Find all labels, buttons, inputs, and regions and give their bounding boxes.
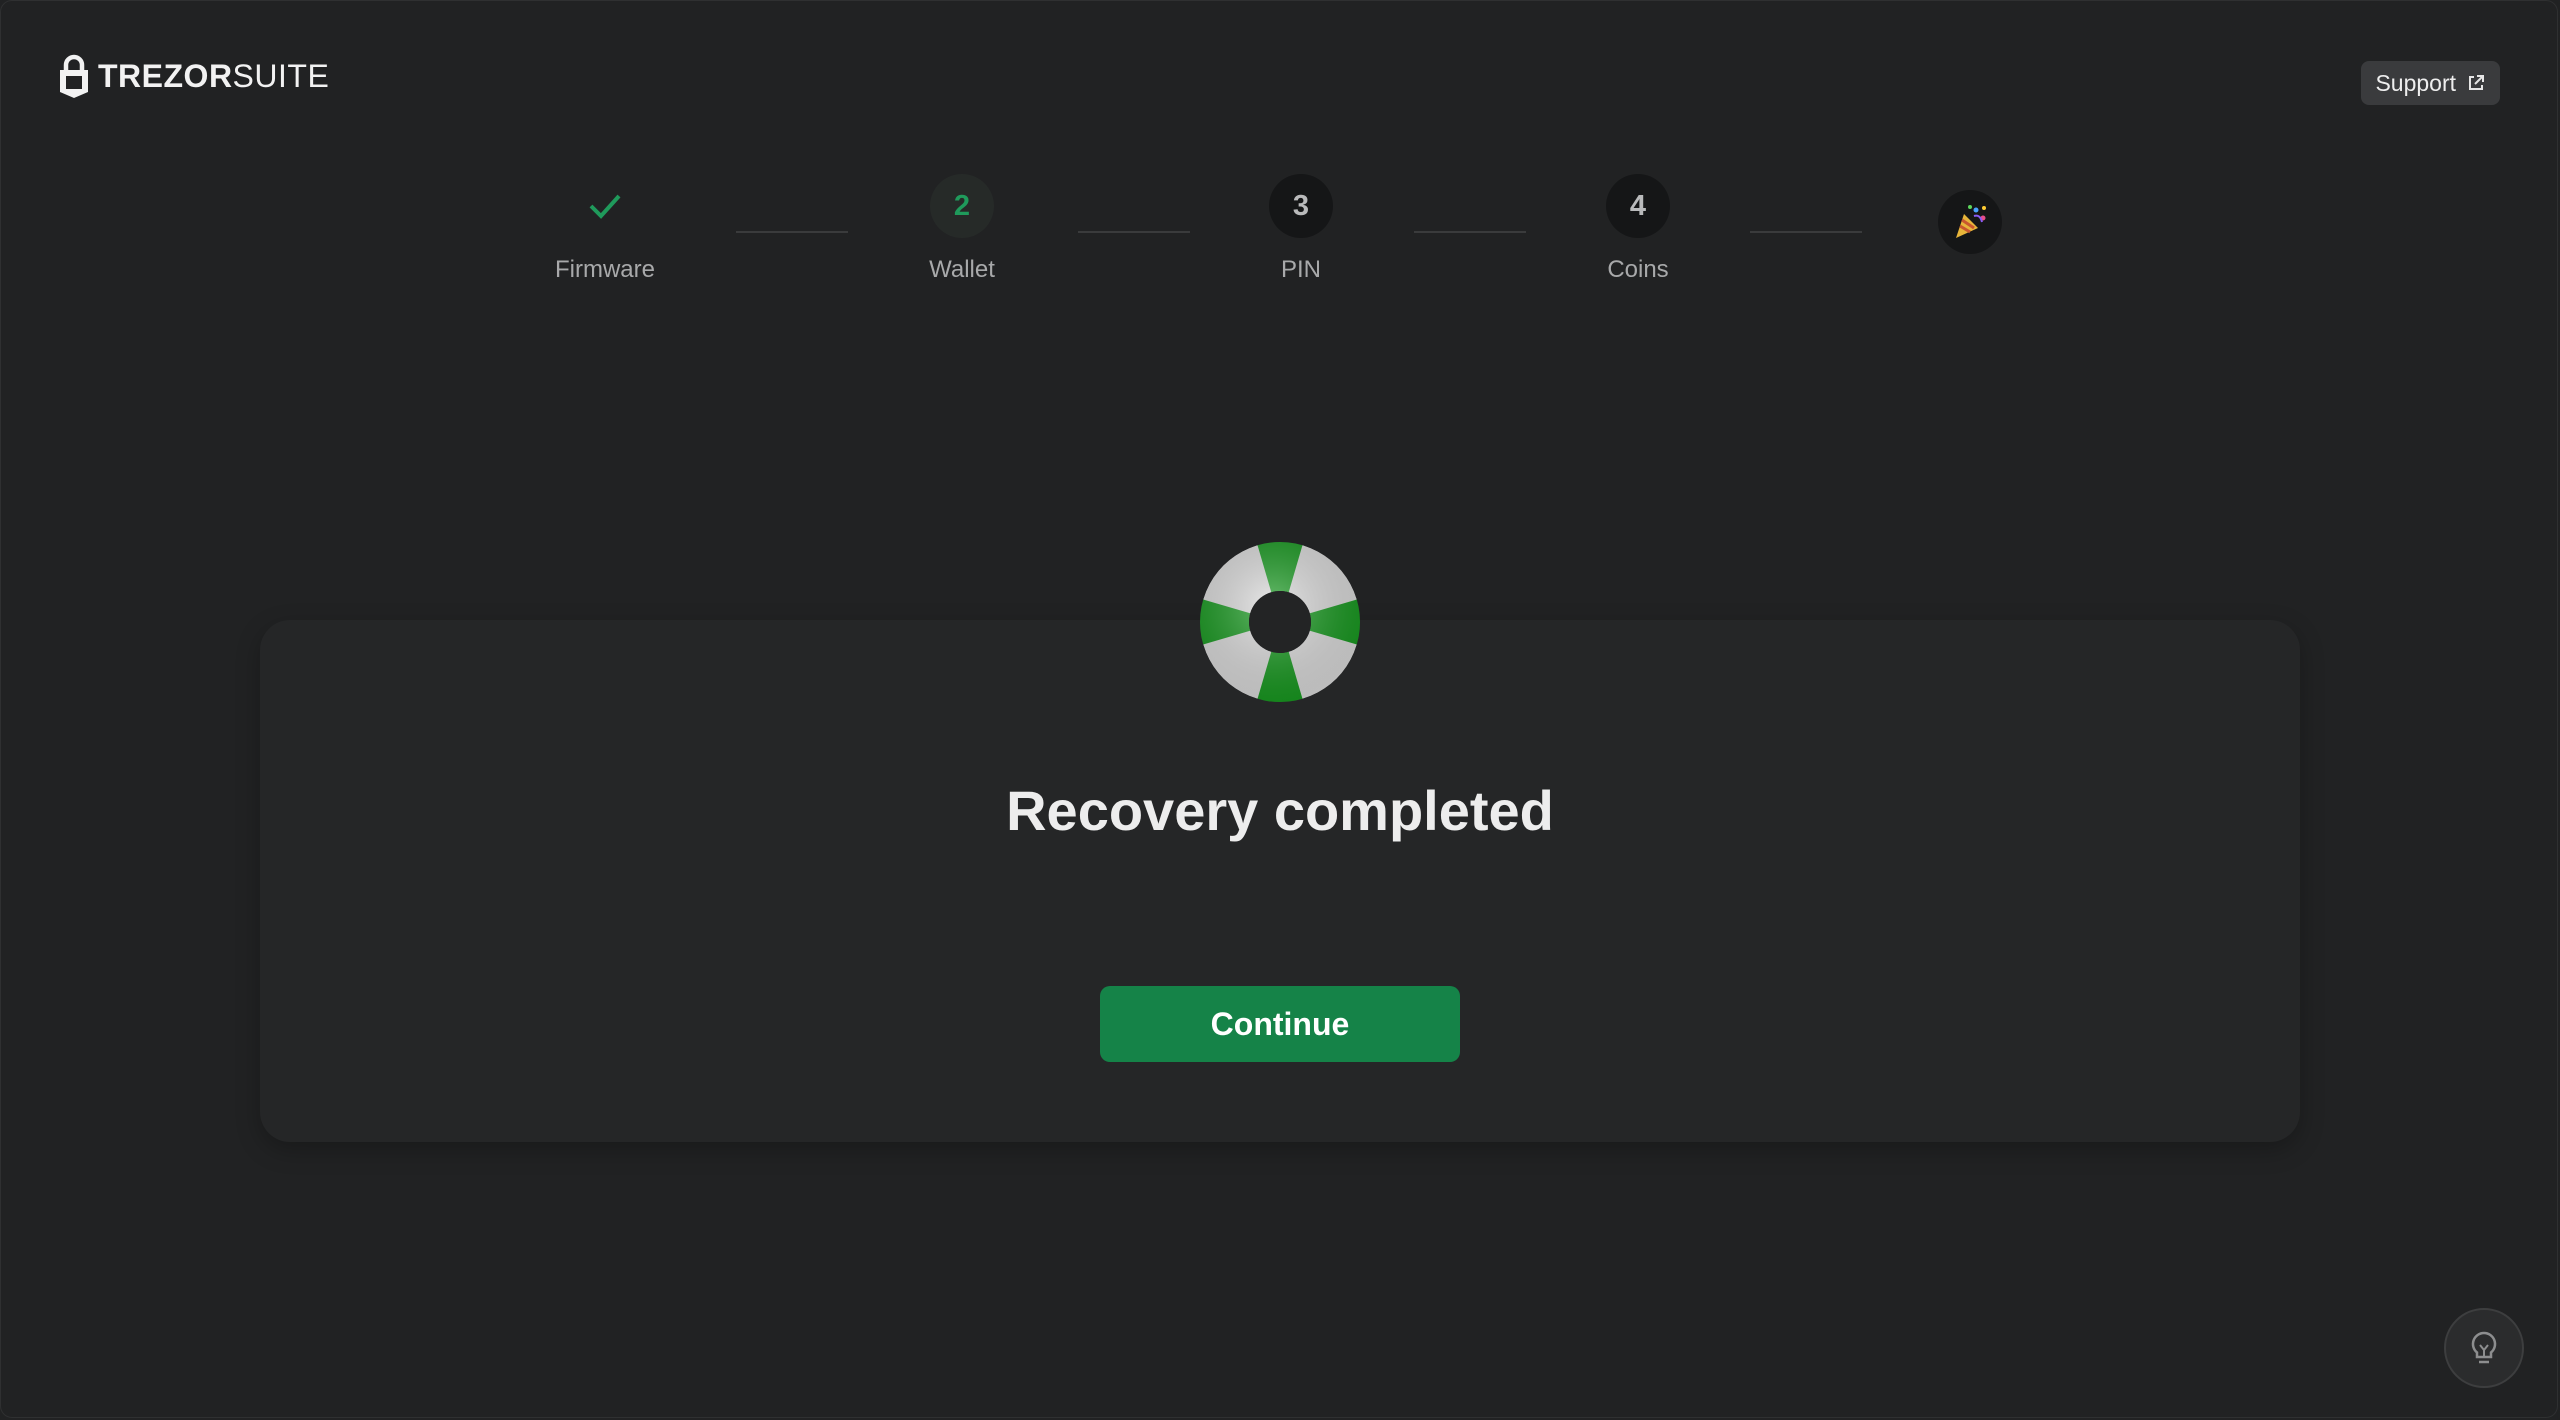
step-number: 4 <box>1606 174 1670 238</box>
tips-button[interactable] <box>2444 1308 2524 1388</box>
step-coins: 4 Coins <box>1538 174 1738 284</box>
lightbulb-icon <box>2471 1331 2497 1364</box>
step-number: 2 <box>930 174 994 238</box>
step-label: PIN <box>1280 256 1321 283</box>
external-link-icon <box>2469 75 2484 90</box>
check-icon <box>589 194 621 219</box>
trezor-lock-icon <box>60 54 88 98</box>
party-popper-icon <box>1956 205 1986 238</box>
step-final <box>1938 190 2002 254</box>
onboarding-stepper: Firmware 2 Wallet 3 PIN 4 Coins <box>0 174 2560 294</box>
step-connector <box>1750 231 1862 233</box>
logo-wordmark: TREZORSUITE <box>98 57 330 94</box>
lifebuoy-icon <box>1198 540 1362 709</box>
continue-button[interactable]: Continue <box>1100 986 1460 1062</box>
support-button[interactable]: Support <box>2361 61 2500 105</box>
step-firmware-status <box>573 174 637 238</box>
step-wallet: 2 Wallet <box>862 174 1062 284</box>
step-connector <box>1078 231 1190 233</box>
step-label: Coins <box>1607 256 1669 283</box>
step-number: 3 <box>1269 174 1333 238</box>
trezor-suite-logo: TREZORSUITE <box>58 54 329 98</box>
step-connector <box>1414 231 1526 233</box>
step-label: Firmware <box>555 256 655 283</box>
step-label: Wallet <box>929 256 995 283</box>
support-label: Support <box>2375 69 2456 96</box>
step-connector <box>736 231 848 233</box>
step-firmware: Firmware <box>505 174 705 284</box>
page-title: Recovery completed <box>1006 779 1554 842</box>
step-pin: 3 PIN <box>1201 174 1401 284</box>
